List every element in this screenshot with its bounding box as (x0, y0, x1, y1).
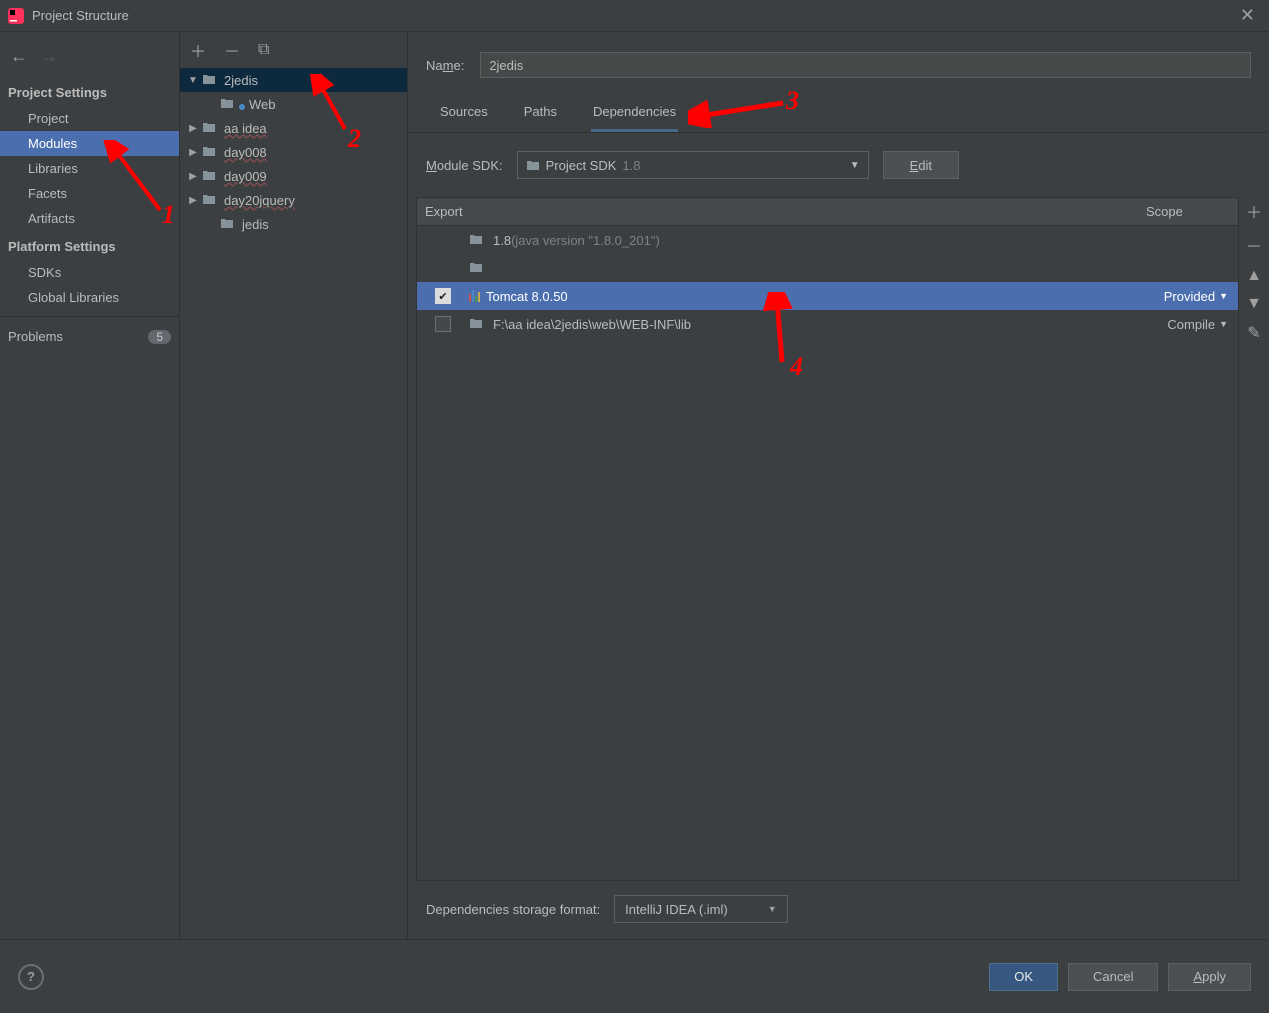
folder-icon (202, 145, 218, 159)
detail-panel: Name: Sources Paths Dependencies Module SD… (408, 32, 1269, 939)
module-tree[interactable]: ▼ 2jedis Web ▶ aa idea ▶ day008 ▶ day009 ▶ day20jq… (180, 68, 407, 236)
chevron-down-icon: ▼ (850, 160, 860, 171)
tree-item[interactable]: Web (180, 92, 407, 116)
scope-cell[interactable]: Compile▼ (1146, 317, 1238, 332)
divider (0, 316, 179, 317)
help-icon[interactable]: ? (18, 964, 44, 990)
tree-item-label: day20jquery (224, 193, 295, 208)
dep-up-icon[interactable]: ▲ (1244, 267, 1264, 285)
chevron-right-icon[interactable]: ▶ (186, 171, 200, 182)
nav-item-global-libraries[interactable]: Global Libraries (0, 285, 179, 310)
chevron-right-icon[interactable]: ▶ (186, 147, 200, 158)
remove-icon[interactable]: － (224, 38, 240, 62)
chevron-right-icon[interactable]: ▶ (186, 195, 200, 206)
chevron-down-icon: ▼ (768, 904, 777, 914)
tab-dependencies[interactable]: Dependencies (591, 100, 678, 132)
nav-item-project[interactable]: Project (0, 106, 179, 131)
tree-item[interactable]: ▶ day20jquery (180, 188, 407, 212)
dependency-label (469, 261, 1146, 275)
dependency-label: 1.8 (java version "1.8.0_201") (469, 233, 1146, 248)
detail-tabs: Sources Paths Dependencies (408, 78, 1269, 132)
tab-paths[interactable]: Paths (522, 100, 559, 132)
chevron-down-icon[interactable]: ▼ (186, 75, 200, 86)
tree-item[interactable]: ▼ 2jedis (180, 68, 407, 92)
cancel-button[interactable]: Cancel (1068, 963, 1158, 991)
ok-button[interactable]: OK (989, 963, 1058, 991)
folder-icon (202, 121, 218, 135)
chevron-right-icon[interactable]: ▶ (186, 123, 200, 134)
app-icon (8, 8, 24, 24)
section-project-settings: Project Settings (0, 77, 179, 106)
folder-icon (202, 193, 218, 207)
nav-item-libraries[interactable]: Libraries (0, 156, 179, 181)
folder-icon (202, 169, 218, 183)
tree-item-label: Web (249, 97, 276, 112)
add-icon[interactable]: ＋ (190, 38, 206, 62)
storage-format-combo[interactable]: IntelliJ IDEA (.iml) ▼ (614, 895, 788, 923)
tree-item-label: day009 (224, 169, 267, 184)
col-export: Export (417, 204, 469, 219)
module-sdk-label: Module SDK: (426, 158, 503, 173)
storage-format-label: Dependencies storage format: (426, 902, 600, 917)
dependency-row[interactable]: Tomcat 8.0.50Provided▼ (417, 282, 1238, 310)
tree-item[interactable]: ▶ day008 (180, 140, 407, 164)
dependency-row[interactable]: F:\aa idea\2jedis\web\WEB-INF\libCompile… (417, 310, 1238, 338)
copy-icon[interactable]: ⧉ (258, 41, 269, 59)
dependencies-table: Export Scope 1.8 (java version "1.8.0_20… (416, 197, 1239, 881)
dependency-row[interactable]: 1.8 (java version "1.8.0_201") (417, 226, 1238, 254)
export-checkbox[interactable] (435, 316, 451, 332)
tree-item-label: jedis (242, 217, 269, 232)
folder-icon (526, 159, 540, 171)
module-tree-panel: ＋ － ⧉ ▼ 2jedis Web ▶ aa idea ▶ day008 ▶ day009 ▶ d… (180, 32, 408, 939)
nav-item-problems[interactable]: Problems 5 (0, 323, 179, 350)
tree-item-label: aa idea (224, 121, 267, 136)
tree-item[interactable]: ▶ day009 (180, 164, 407, 188)
dialog-bottombar: ? OK Cancel Apply (0, 939, 1269, 1013)
dependency-label: F:\aa idea\2jedis\web\WEB-INF\lib (469, 317, 1146, 332)
dep-add-icon[interactable]: ＋ (1244, 199, 1264, 223)
nav-back-icon[interactable]: ← (10, 46, 28, 67)
titlebar: Project Structure ✕ (0, 0, 1269, 32)
export-checkbox[interactable] (435, 288, 451, 304)
nav-item-modules[interactable]: Modules (0, 131, 179, 156)
edit-button[interactable]: Edit (883, 151, 959, 179)
dep-remove-icon[interactable]: － (1244, 233, 1264, 257)
name-input[interactable] (480, 52, 1251, 78)
problems-badge: 5 (148, 330, 171, 344)
dependency-label: Tomcat 8.0.50 (469, 289, 1146, 304)
dependency-row[interactable] (417, 254, 1238, 282)
dep-edit-icon[interactable]: ✎ (1244, 323, 1264, 343)
name-label: Name: (426, 58, 464, 73)
nav-item-sdks[interactable]: SDKs (0, 260, 179, 285)
library-icon (469, 290, 480, 302)
scope-cell[interactable]: Provided▼ (1146, 289, 1238, 304)
folder-icon (469, 233, 485, 247)
folder-icon (220, 217, 236, 231)
nav-forward-icon[interactable]: → (40, 46, 58, 67)
left-nav: ← → Project Settings Project Modules Lib… (0, 32, 180, 939)
tree-item-label: 2jedis (224, 73, 258, 88)
folder-icon (469, 261, 485, 275)
close-icon[interactable]: ✕ (1234, 5, 1261, 26)
col-scope: Scope (1146, 204, 1238, 219)
module-sdk-combo[interactable]: Project SDK 1.8 ▼ (517, 151, 869, 179)
web-icon (220, 97, 236, 111)
window-title: Project Structure (32, 8, 1234, 23)
problems-label: Problems (8, 329, 63, 344)
tree-item[interactable]: jedis (180, 212, 407, 236)
tree-item[interactable]: ▶ aa idea (180, 116, 407, 140)
folder-icon (202, 73, 218, 87)
nav-item-artifacts[interactable]: Artifacts (0, 206, 179, 231)
section-platform-settings: Platform Settings (0, 231, 179, 260)
tree-item-label: day008 (224, 145, 267, 160)
tab-sources[interactable]: Sources (438, 100, 490, 132)
apply-button[interactable]: Apply (1168, 963, 1251, 991)
folder-icon (469, 317, 485, 331)
nav-item-facets[interactable]: Facets (0, 181, 179, 206)
dep-down-icon[interactable]: ▼ (1244, 295, 1264, 313)
